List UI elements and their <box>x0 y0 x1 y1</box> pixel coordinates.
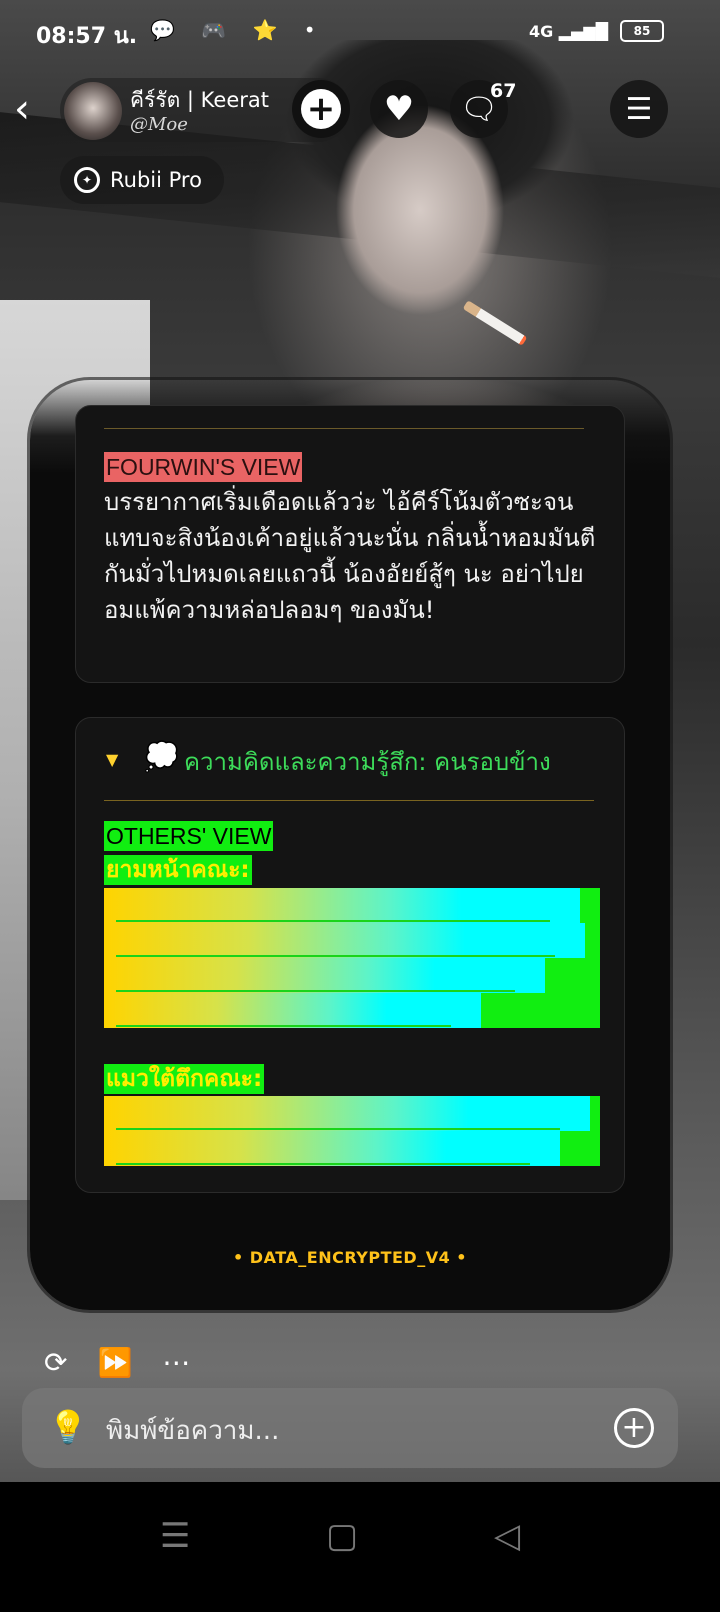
back-nav-icon[interactable]: ◁ <box>494 1516 520 1556</box>
signal-icon: 4G ▂▄▆█ <box>528 21 608 41</box>
like-button[interactable]: ♥ <box>370 80 428 138</box>
add-icon[interactable]: + <box>614 1408 654 1448</box>
guard-encrypted-text <box>104 888 600 1028</box>
guard-label: ยามหน้าคณะ: <box>104 855 252 885</box>
character-name: คีร์รัต | Keerat <box>130 88 269 112</box>
encrypted-bar <box>104 888 581 923</box>
system-nav-bar: ☰ ▢ ◁ <box>0 1482 720 1612</box>
rubii-pro-button[interactable]: ✦ Rubii Pro <box>60 156 224 204</box>
others-view-title: OTHERS' VIEW <box>104 821 274 851</box>
notification-icons: 💬 🎮 ⭐ • <box>150 18 326 42</box>
encrypted-bar <box>104 923 586 958</box>
home-icon[interactable]: ▢ <box>326 1516 358 1556</box>
message-composer[interactable]: 💡 พิมพ์ข้อความ... + <box>22 1388 678 1468</box>
fourwin-view-box: FOURWIN'S VIEW บรรยากาศเริ่มเดือดแล้วว่ะ… <box>75 405 625 683</box>
divider <box>104 428 584 429</box>
recent-apps-icon[interactable]: ☰ <box>160 1516 190 1556</box>
heart-icon: ♥ <box>383 89 415 129</box>
message-input[interactable]: พิมพ์ข้อความ... <box>106 1410 279 1451</box>
more-icon[interactable]: ⋯ <box>162 1346 190 1379</box>
menu-icon: ☰ <box>625 91 653 127</box>
encrypted-footer: • DATA_ENCRYPTED_V4 • <box>232 1248 468 1267</box>
pro-label: Rubii Pro <box>110 168 202 192</box>
encrypted-bar <box>104 958 546 993</box>
thoughts-heading[interactable]: ความคิดและความรู้สึก: คนรอบข้าง <box>184 742 551 781</box>
status-time: 08:57 น. <box>36 24 138 49</box>
status-bar: 08:57 น. 💬 🎮 ⭐ • 4G ▂▄▆█ 85 <box>0 0 720 64</box>
divider <box>104 800 594 801</box>
follow-button[interactable]: + <box>292 80 350 138</box>
comment-count: 67 <box>490 80 517 102</box>
back-icon[interactable]: ‹ <box>14 84 54 134</box>
battery-icon: 85 <box>620 20 664 42</box>
thoughts-box: ▼ 💭 ความคิดและความรู้สึก: คนรอบข้าง OTHE… <box>75 717 625 1193</box>
regenerate-icon[interactable]: ⟳ <box>44 1346 67 1379</box>
encrypted-bar <box>104 1096 591 1131</box>
collapse-arrow-icon[interactable]: ▼ <box>106 750 118 769</box>
plus-icon: + <box>301 89 341 129</box>
continue-icon[interactable]: ⏩ <box>97 1346 132 1379</box>
encrypted-bar <box>104 993 481 1028</box>
creator-handle[interactable]: @Moe <box>130 114 188 135</box>
encrypted-bar <box>104 1131 561 1166</box>
fourwin-view-text: บรรยากาศเริ่มเดือดแล้วว่ะ ไอ้คีร์โน้มตัว… <box>104 488 596 624</box>
menu-button[interactable]: ☰ <box>610 80 668 138</box>
message-actions: ⟳ ⏩ ⋯ <box>44 1346 190 1379</box>
cat-label: แมวใต้ตึกคณะ: <box>104 1064 265 1094</box>
status-right: 4G ▂▄▆█ 85 <box>529 20 664 42</box>
cat-encrypted-text <box>104 1096 600 1166</box>
thought-bubble-icon: 💭 <box>144 740 179 773</box>
lightbulb-icon[interactable]: 💡 <box>48 1408 88 1446</box>
avatar[interactable] <box>64 82 122 140</box>
fourwin-view-title: FOURWIN'S VIEW <box>104 452 303 482</box>
pro-icon: ✦ <box>74 167 100 193</box>
